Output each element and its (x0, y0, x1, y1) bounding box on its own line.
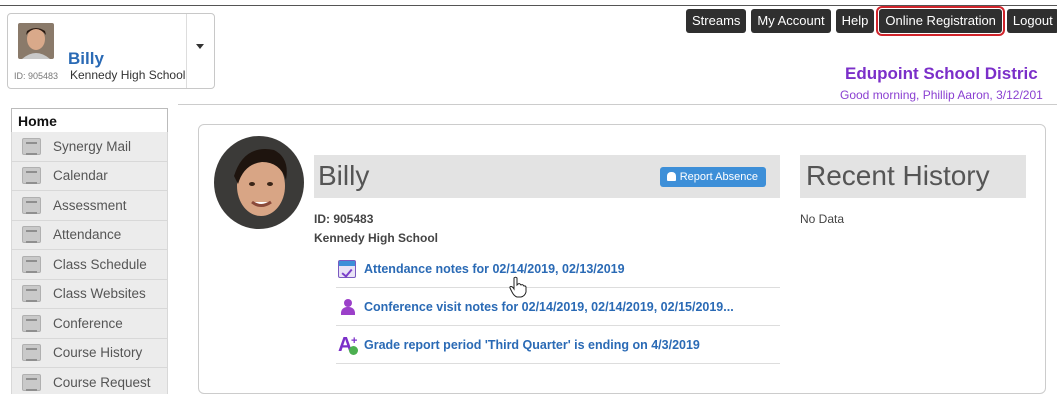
my-account-button[interactable]: My Account (751, 9, 831, 33)
request-icon (22, 373, 41, 391)
student-photo (214, 136, 304, 229)
sidebar-item-label: Course History (53, 345, 143, 361)
assessment-icon (22, 196, 41, 214)
student-name: Billy (68, 49, 104, 68)
help-button[interactable]: Help (835, 9, 875, 33)
greeting: Good morning, Phillip Aaron, 3/12/201 (840, 88, 1043, 102)
sidebar-item-calendar[interactable]: Calendar (11, 161, 168, 191)
streams-button[interactable]: Streams (686, 9, 747, 33)
list-item[interactable]: Attendance notes for 02/14/2019, 02/13/2… (336, 250, 780, 288)
sidebar-item-label: Assessment (53, 197, 127, 213)
grade-report-icon: A + (338, 333, 358, 356)
attendance-note-icon (338, 259, 356, 278)
report-absence-button[interactable]: Report Absence (659, 167, 766, 187)
conference-icon (22, 314, 41, 332)
conference-note-icon (338, 298, 356, 316)
report-absence-label: Report Absence (679, 171, 758, 183)
student-selector[interactable]: Billy ID: 905483 Kennedy High School (7, 13, 215, 89)
student-school: Kennedy High School (70, 68, 186, 82)
calendar-icon (22, 167, 41, 185)
student-id: ID: 905483 (14, 71, 59, 81)
list-item[interactable]: A + Grade report period 'Third Quarter' i… (336, 326, 780, 364)
mail-icon (22, 137, 41, 155)
attendance-icon (22, 226, 41, 244)
sidebar-item-home[interactable]: Home (11, 108, 168, 132)
grade-report-link[interactable]: Grade report period 'Third Quarter' is e… (364, 338, 700, 352)
sidebar-item-synergy-mail[interactable]: Synergy Mail (11, 132, 168, 162)
student-school-line: Kennedy High School (314, 231, 439, 245)
top-nav: Streams My Account Help Online Registrat… (686, 6, 1057, 36)
sidebar-item-class-websites[interactable]: Class Websites (11, 279, 168, 309)
bell-icon (666, 172, 676, 181)
logout-button[interactable]: Logout (1006, 9, 1057, 33)
sidebar: Home Synergy Mail Calendar Assessment At… (11, 108, 168, 394)
card-divider (186, 14, 187, 88)
sidebar-item-label: Class Websites (53, 286, 146, 302)
attendance-notes-link[interactable]: Attendance notes for 02/14/2019, 02/13/2… (364, 262, 625, 276)
recent-history-header: Recent History (800, 155, 1026, 198)
sidebar-item-class-schedule[interactable]: Class Schedule (11, 250, 168, 280)
sidebar-item-course-request[interactable]: Course Request (11, 368, 168, 394)
list-item[interactable]: Conference visit notes for 02/14/2019, 0… (336, 288, 780, 326)
sidebar-item-conference[interactable]: Conference (11, 309, 168, 339)
recent-history-title: Recent History (806, 160, 990, 191)
recent-history-empty: No Data (800, 212, 845, 226)
header-divider (178, 104, 1057, 105)
student-avatar (18, 23, 54, 59)
sidebar-item-label: Class Schedule (53, 256, 147, 272)
schedule-icon (22, 255, 41, 273)
websites-icon (22, 285, 41, 303)
top-frame-line (0, 5, 1057, 6)
sidebar-item-label: Synergy Mail (53, 138, 132, 154)
notifications-list: Attendance notes for 02/14/2019, 02/13/2… (336, 250, 780, 364)
sidebar-item-label: Course Request (53, 374, 151, 390)
conference-notes-link[interactable]: Conference visit notes for 02/14/2019, 0… (364, 300, 734, 314)
student-big-name: Billy (318, 160, 370, 191)
sidebar-item-attendance[interactable]: Attendance (11, 220, 168, 250)
sidebar-item-label: Calendar (53, 168, 108, 184)
online-registration-button[interactable]: Online Registration (876, 6, 1005, 36)
student-name-header: Billy Report Absence (314, 155, 780, 198)
hand-cursor-icon (508, 276, 528, 298)
student-id-line: ID: 905483 (314, 212, 374, 226)
district-name: Edupoint School Distric (845, 64, 1038, 83)
sidebar-item-label: Attendance (53, 227, 122, 243)
sidebar-item-course-history[interactable]: Course History (11, 338, 168, 368)
sidebar-item-assessment[interactable]: Assessment (11, 191, 168, 221)
chevron-down-icon[interactable] (196, 44, 204, 49)
history-icon (22, 344, 41, 362)
sidebar-item-label: Conference (53, 315, 123, 331)
